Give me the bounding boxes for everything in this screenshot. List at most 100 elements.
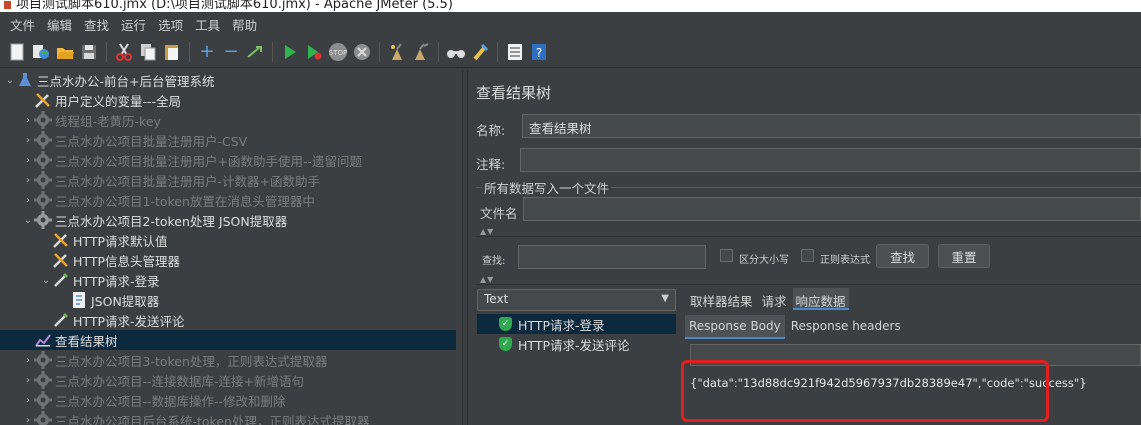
tree-node[interactable]: HTTP请求默认值 — [0, 230, 456, 250]
new-icon[interactable] — [6, 40, 28, 64]
open-icon[interactable] — [54, 40, 76, 64]
tree-node[interactable]: › 三点水办公项目后台系统-token处理，正则表达式提取器 — [0, 410, 456, 425]
tree-node[interactable]: ⌄ HTTP请求-登录 — [0, 270, 456, 290]
search-label: 查找: — [482, 256, 506, 267]
collapse-icon[interactable]: − — [220, 40, 242, 64]
search-icon[interactable] — [445, 40, 467, 64]
splitter-arrows-icon[interactable]: ▲▼ — [480, 227, 494, 236]
tree-node[interactable]: ⌄ 三点水办公-前台+后台管理系统 — [0, 70, 456, 90]
tree-node[interactable]: › 三点水办公项目--数据库操作--修改和删除 — [0, 390, 456, 410]
list-item[interactable]: ✓ HTTP请求-登录 — [477, 314, 676, 334]
tree-node[interactable]: JSON提取器 — [0, 290, 456, 310]
menu-tools[interactable]: 工具 — [189, 15, 226, 34]
tree-node-label: HTTP请求默认值 — [73, 233, 168, 249]
renderer-select[interactable]: Text ▼ — [477, 289, 676, 311]
tab-sampler-result[interactable]: 取样器结果 — [687, 288, 756, 310]
tree-node-label: JSON提取器 — [91, 293, 160, 309]
copy-icon[interactable] — [137, 40, 159, 64]
tree-node[interactable]: 用户定义的变量---全局 — [0, 90, 456, 110]
start-no-pause-icon[interactable] — [303, 40, 325, 64]
tree-node[interactable]: HTTP信息头管理器 — [0, 250, 456, 270]
chevron-right-icon[interactable]: › — [22, 115, 34, 126]
list-item[interactable]: ✓ HTTP请求-发送评论 — [477, 334, 676, 354]
tree-node[interactable]: › 三点水办公项目1-token放置在消息头管理器中 — [0, 190, 456, 210]
expand-icon[interactable]: + — [196, 40, 218, 64]
menu-help[interactable]: 帮助 — [226, 15, 263, 34]
chevron-right-icon[interactable]: › — [22, 375, 34, 386]
tree-node[interactable]: › 三点水办公项目--连接数据库-连接+新增语句 — [0, 370, 456, 390]
filename-field[interactable] — [523, 197, 1141, 221]
menu-file[interactable]: 文件 — [4, 15, 41, 34]
tab-response-body[interactable]: Response Body — [685, 315, 785, 339]
svg-text:STOP: STOP — [329, 49, 347, 57]
clear-icon[interactable] — [386, 40, 408, 64]
wrench-icon — [34, 91, 52, 109]
toolbar-separator — [272, 41, 273, 62]
templates-icon[interactable] — [30, 40, 52, 64]
detail-tabs: 取样器结果 请求 响应数据 — [687, 288, 852, 310]
tree-node[interactable]: › 三点水办公项目批量注册用户+函数助手使用--遗留问题 — [0, 150, 456, 170]
chevron-down-icon[interactable]: ⌄ — [22, 215, 34, 226]
reset-button[interactable]: 重置 — [938, 244, 990, 268]
toggle-icon[interactable] — [244, 40, 266, 64]
comment-field[interactable] — [520, 148, 1141, 172]
chevron-right-icon[interactable]: › — [22, 395, 34, 406]
splitter-arrows-icon[interactable]: ▲▼ — [480, 275, 494, 284]
tree-node[interactable]: › 三点水办公项目3-token处理，正则表达式提取器 — [0, 350, 456, 370]
tree-node-label: 三点水办公项目--连接数据库-连接+新增语句 — [55, 373, 305, 389]
stop-icon[interactable]: STOP — [327, 40, 349, 64]
case-sensitive-checkbox[interactable] — [720, 249, 733, 262]
tab-response-headers[interactable]: Response headers — [787, 315, 905, 339]
tab-response-data[interactable]: 响应数据 — [792, 288, 849, 310]
gear-icon — [34, 371, 52, 389]
chevron-right-icon[interactable]: › — [22, 415, 34, 425]
search-input[interactable] — [518, 245, 706, 269]
tree-node[interactable]: › 线程组-老黄历-key — [0, 110, 456, 130]
divider-line — [476, 236, 1141, 237]
pipette-icon — [52, 271, 70, 289]
shutdown-icon[interactable] — [351, 40, 373, 64]
chevron-right-icon[interactable]: › — [22, 135, 34, 146]
menu-run[interactable]: 运行 — [115, 15, 152, 34]
cut-icon[interactable] — [113, 40, 135, 64]
window-title: 项目测试脚本610.jmx (D:\项目测试脚本610.jmx) - Apach… — [16, 0, 453, 12]
clear-all-icon[interactable] — [410, 40, 432, 64]
chevron-right-icon[interactable]: › — [22, 355, 34, 366]
gear-icon — [34, 131, 52, 149]
paste-icon[interactable] — [161, 40, 183, 64]
chart-icon — [34, 331, 52, 349]
chevron-right-icon[interactable]: › — [22, 155, 34, 166]
search-button[interactable]: 查找 — [876, 244, 929, 268]
menu-search[interactable]: 查找 — [78, 15, 115, 34]
tree-node-label: 三点水办公项目批量注册用户+函数助手使用--遗留问题 — [55, 153, 362, 169]
menu-edit[interactable]: 编辑 — [41, 15, 78, 34]
reset-search-icon[interactable] — [469, 40, 491, 64]
menu-options[interactable]: 选项 — [152, 15, 189, 34]
chevron-down-icon[interactable]: ⌄ — [4, 75, 16, 86]
gear-icon — [34, 111, 52, 129]
tree-node-label: 三点水办公项目3-token处理，正则表达式提取器 — [55, 353, 328, 369]
help-icon[interactable]: ? — [528, 40, 550, 64]
tree-node[interactable]: HTTP请求-发送评论 — [0, 310, 456, 330]
chevron-down-icon[interactable]: ⌄ — [40, 275, 52, 286]
tree-node[interactable]: 查看结果树 — [0, 330, 456, 350]
gear-icon — [34, 151, 52, 169]
save-icon[interactable] — [78, 40, 100, 64]
tab-request[interactable]: 请求 — [759, 288, 790, 310]
chevron-right-icon[interactable]: › — [22, 195, 34, 206]
chevron-right-icon[interactable]: › — [22, 175, 34, 186]
toolbar-separator — [438, 41, 439, 62]
name-field[interactable]: 查看结果树 — [522, 114, 1141, 138]
highlight-annotation-box — [681, 360, 1049, 422]
list-item-label: HTTP请求-登录 — [518, 317, 605, 333]
tree-node[interactable]: › 三点水办公项目批量注册用户-CSV — [0, 130, 456, 150]
function-helper-icon[interactable] — [504, 40, 526, 64]
gear-icon — [34, 191, 52, 209]
svg-text:?: ? — [536, 46, 542, 60]
regex-checkbox[interactable] — [801, 249, 814, 262]
jmeter-logo-icon — [4, 1, 11, 9]
gear-icon — [34, 171, 52, 189]
tree-node[interactable]: ⌄ 三点水办公项目2-token处理 JSON提取器 — [0, 210, 456, 230]
start-icon[interactable] — [279, 40, 301, 64]
tree-node[interactable]: › 三点水办公项目批量注册用户-计数器+函数助手 — [0, 170, 456, 190]
